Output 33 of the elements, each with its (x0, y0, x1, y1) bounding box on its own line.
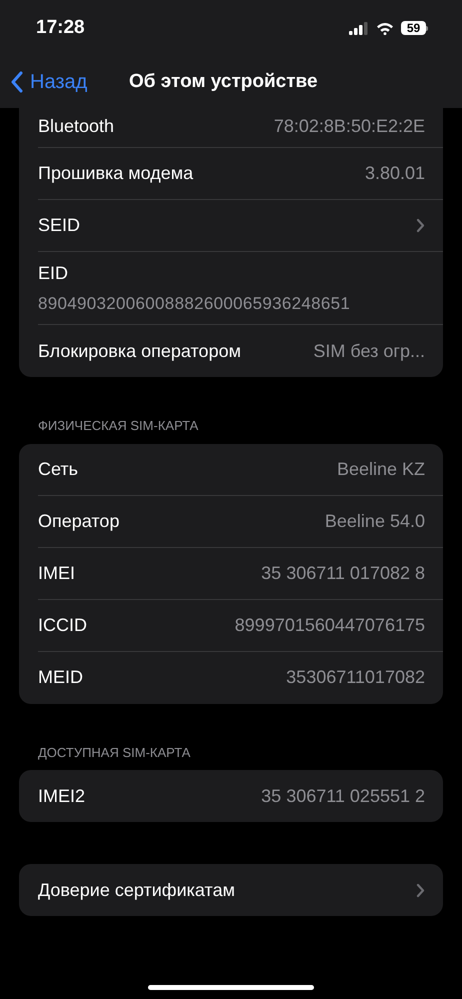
row-label: Блокировка оператором (38, 340, 241, 363)
row-label: Прошивка модема (38, 162, 194, 185)
chevron-left-icon (10, 71, 24, 93)
row-label: ICCID (38, 614, 87, 636)
status-time: 17:28 (36, 16, 85, 40)
signal-icon (349, 22, 369, 34)
chevron-right-icon (416, 882, 425, 898)
row-value: Beeline KZ (336, 458, 425, 480)
back-button[interactable]: Назад (0, 67, 88, 97)
row-value: 35 306711 017082 8 (261, 562, 425, 584)
row-value: 78:02:8B:50:E2:2E (274, 115, 425, 138)
row-value: Beeline 54.0 (324, 510, 425, 532)
settings-row[interactable]: Доверие сертификатам (38, 864, 443, 916)
row-value: 89049032006008882600065936248651 (38, 292, 352, 315)
battery-indicator: 59 (401, 21, 426, 35)
row-label: Оператор (38, 510, 120, 533)
row-value: 35306711017082 (286, 666, 425, 689)
row-label: IMEI (38, 562, 76, 584)
row-label: IMEI2 (38, 784, 86, 808)
chevron-right-icon (416, 218, 425, 233)
section-header: ДОСТУПНАЯ SIM-КАРТА (37, 744, 192, 762)
row-value: 8999701560447076175 (234, 614, 425, 636)
row-label: Сеть (38, 458, 78, 480)
row-value: SIM без огр... (313, 340, 425, 363)
row-value: 35 306711 025551 2 (261, 784, 425, 808)
settings-row[interactable]: SEID (38, 200, 443, 252)
nav-title: Об этом устройстве (129, 70, 318, 94)
wifi-icon (376, 22, 394, 34)
row-label: MEID (38, 666, 83, 689)
row-label: EID (38, 262, 70, 285)
row-label: Bluetooth (38, 115, 114, 138)
section-header: ФИЗИЧЕСКАЯ SIM-КАРТА (37, 417, 200, 435)
row-value: 3.80.01 (364, 162, 425, 185)
